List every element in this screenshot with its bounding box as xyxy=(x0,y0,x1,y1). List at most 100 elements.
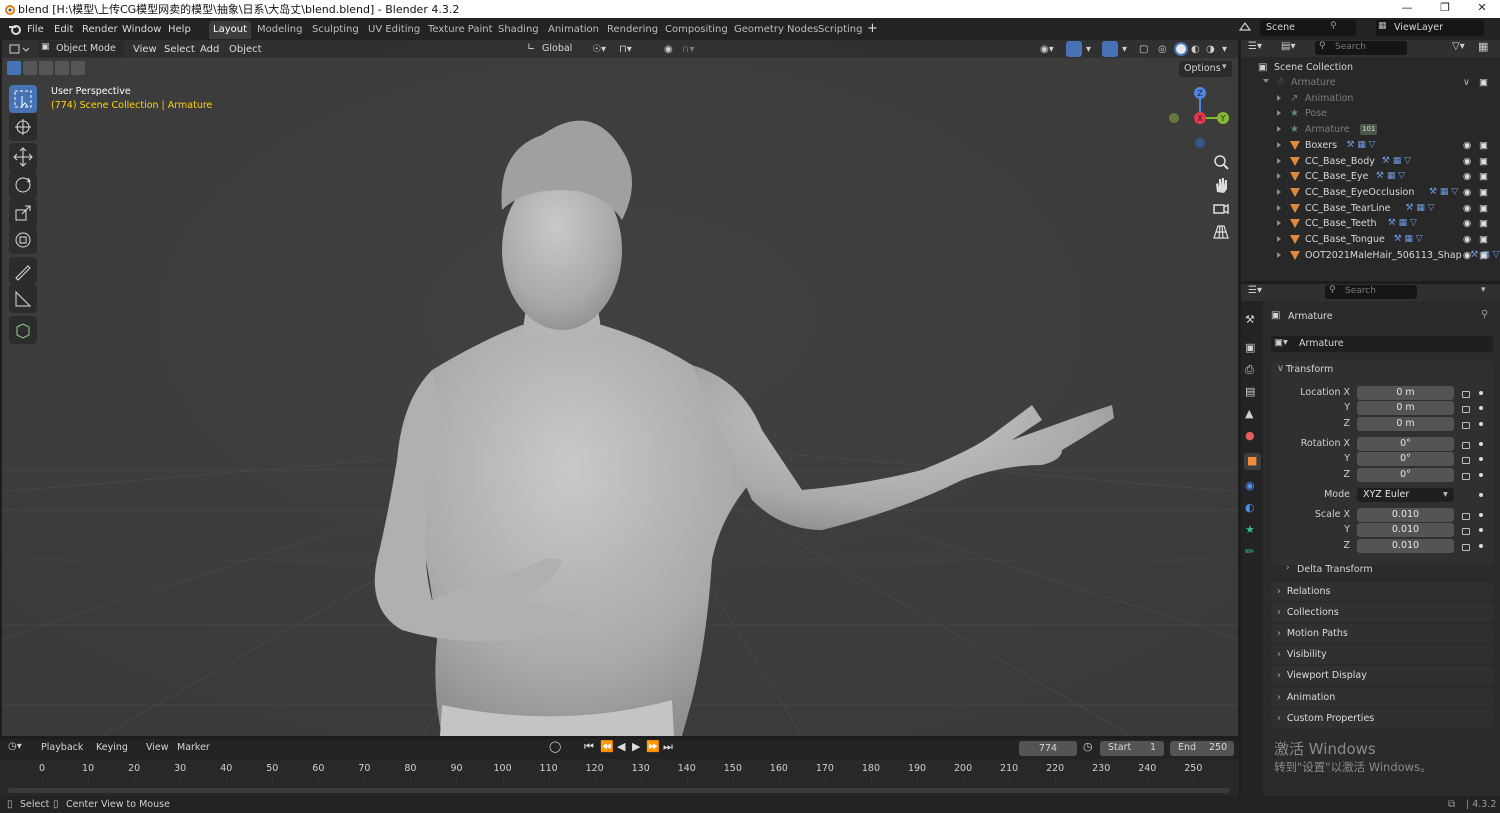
options-dropdown[interactable]: Options ▾ xyxy=(1179,61,1232,77)
output-tab-icon[interactable]: ⎙ xyxy=(1245,363,1254,377)
measure-tool[interactable] xyxy=(9,285,37,313)
object-name-field[interactable]: ▣▾ Armature xyxy=(1271,336,1493,352)
ortho-grid-icon[interactable] xyxy=(1210,221,1232,243)
tab-uv-editing[interactable]: UV Editing xyxy=(364,21,424,39)
pin-icon[interactable]: ⚲ xyxy=(1330,21,1337,31)
select-new-icon[interactable] xyxy=(7,61,21,75)
tab-sculpting[interactable]: Sculpting xyxy=(308,21,363,39)
modifier-icons[interactable]: ⚒ ▦ ▽ xyxy=(1346,138,1375,153)
scene-tab-icon[interactable]: ▲ xyxy=(1245,407,1253,420)
expand-arrow-icon[interactable] xyxy=(1277,204,1281,211)
keyframe-dot-icon[interactable] xyxy=(1479,391,1483,395)
cursor-tool[interactable] xyxy=(9,113,37,141)
end-frame-field[interactable]: End 250 xyxy=(1170,741,1234,756)
camera-icon[interactable]: ▣ xyxy=(1479,75,1488,90)
timeline-scrollbar[interactable] xyxy=(8,788,1230,793)
delta-transform-subpanel[interactable]: › Delta Transform xyxy=(1277,563,1493,578)
tab-layout[interactable]: Layout xyxy=(209,21,251,39)
blender-menu-icon[interactable] xyxy=(8,22,22,36)
panel-relations[interactable]: › Relations xyxy=(1271,582,1493,601)
camera-icon[interactable]: ▣ xyxy=(1479,248,1488,263)
new-collection-icon[interactable]: ▦ xyxy=(1478,40,1488,53)
modifier-icons[interactable]: ⚒ ▦ ▽ xyxy=(1429,185,1458,200)
modifier-icons[interactable]: ⚒ ▦ ▽ xyxy=(1382,154,1411,169)
tab-modeling[interactable]: Modeling xyxy=(253,21,307,39)
expand-arrow-icon[interactable] xyxy=(1277,188,1281,195)
menu-edit[interactable]: Edit xyxy=(54,22,73,37)
editor-type-icon[interactable] xyxy=(8,42,32,57)
mode-selector[interactable]: ▣ Object Mode xyxy=(38,41,124,57)
eye-icon[interactable]: ◉ xyxy=(1463,216,1471,231)
modifier-icons[interactable]: ⚒ ▦ ▽ xyxy=(1388,216,1417,231)
close-button[interactable]: ✕ xyxy=(1465,0,1499,18)
menu-window[interactable]: Window xyxy=(122,22,161,37)
expand-arrow-icon[interactable] xyxy=(1277,157,1281,164)
minimize-button[interactable]: — xyxy=(1390,0,1424,18)
scene-icon[interactable] xyxy=(1238,20,1252,36)
object-browse-icon[interactable]: ▣▾ xyxy=(1274,337,1288,348)
character-model[interactable] xyxy=(2,40,1238,736)
expand-arrow-icon[interactable] xyxy=(1277,126,1281,133)
wireframe-shading-icon[interactable]: ◎ xyxy=(1158,42,1167,57)
chevron-down-icon[interactable]: ▾ xyxy=(1481,285,1486,295)
modifier-icons[interactable]: ⚒ ▦ ▽ xyxy=(1405,201,1434,216)
jump-start-icon[interactable]: ⏮ xyxy=(584,740,594,754)
rotate-tool[interactable] xyxy=(9,171,37,199)
restore-button[interactable]: ❐ xyxy=(1428,0,1462,18)
tab-texture-paint[interactable]: Texture Paint xyxy=(424,21,497,39)
tab-compositing[interactable]: Compositing xyxy=(661,21,732,39)
outliner-row[interactable]: CC_Base_Teeth ⚒ ▦ ▽ ◉ ▣ xyxy=(1241,216,1500,231)
camera-icon[interactable]: ▣ xyxy=(1479,138,1488,153)
select-invert-icon[interactable] xyxy=(55,61,69,75)
panel-animation[interactable]: › Animation xyxy=(1271,687,1493,707)
tab-geometry-nodes[interactable]: Geometry Nodes xyxy=(730,21,822,39)
keyframe-dot-icon[interactable] xyxy=(1479,513,1483,517)
select-extend-icon[interactable] xyxy=(23,61,37,75)
rendered-shading-icon[interactable]: ◑ xyxy=(1206,42,1215,57)
outliner-row[interactable]: ☃ Armature ∨ ▣ xyxy=(1241,75,1500,90)
expand-arrow-icon[interactable] xyxy=(1277,110,1281,117)
modifier-icons[interactable]: ⚒ ▦ ▽ xyxy=(1376,169,1405,184)
modifier-icons[interactable]: ⚒ ▦ ▽ xyxy=(1394,232,1423,247)
bone-tab-icon[interactable]: ✏ xyxy=(1245,545,1254,558)
lock-icon[interactable] xyxy=(1462,391,1470,398)
keyframe-dot-icon[interactable] xyxy=(1479,442,1483,446)
jump-end-icon[interactable]: ⏭ xyxy=(663,740,673,754)
keyframe-dot-icon[interactable] xyxy=(1479,457,1483,461)
properties-editor-icon[interactable]: ☰▾ xyxy=(1248,285,1262,296)
lock-icon[interactable] xyxy=(1462,422,1470,429)
orientation-selector[interactable]: ∟ Global xyxy=(524,41,582,57)
outliner-row[interactable]: CC_Base_TearLine ⚒ ▦ ▽ ◉ ▣ xyxy=(1241,201,1500,216)
lock-icon[interactable] xyxy=(1462,406,1470,413)
panel-motion-paths[interactable]: › Motion Paths xyxy=(1271,624,1493,644)
3d-viewport[interactable]: ▣ Object Mode View Select Add Object ∟ G… xyxy=(2,40,1238,736)
menu-file[interactable]: File xyxy=(27,22,44,37)
camera-icon[interactable]: ▣ xyxy=(1479,169,1488,184)
next-keyframe-icon[interactable]: ⏩ xyxy=(646,740,660,753)
outliner-row[interactable]: OOT2021MaleHair_506113_Shap ⚒ ▦ ▽ ◉ ▣ xyxy=(1241,248,1500,263)
keyframe-dot-icon[interactable] xyxy=(1479,473,1483,477)
eye-icon[interactable]: ◉ xyxy=(1463,248,1471,263)
move-tool[interactable] xyxy=(9,143,37,171)
overlay-dropdown-icon[interactable]: ▾ xyxy=(1122,42,1127,57)
add-workspace-icon[interactable]: + xyxy=(867,21,878,36)
start-frame-field[interactable]: Start 1 xyxy=(1100,741,1164,756)
gizmo-toggle-icon[interactable] xyxy=(1066,41,1082,57)
select-subtract-icon[interactable] xyxy=(39,61,53,75)
lock-icon[interactable] xyxy=(1462,528,1470,535)
menu-render[interactable]: Render xyxy=(82,22,118,37)
location-x-field[interactable]: 0 m xyxy=(1357,386,1454,400)
location-y-field[interactable]: 0 m xyxy=(1357,401,1454,415)
lock-icon[interactable] xyxy=(1462,513,1470,520)
filter-icon[interactable]: ▽▾ xyxy=(1452,41,1465,52)
menu-object[interactable]: Object xyxy=(229,42,262,57)
eye-icon[interactable]: ◉ xyxy=(1463,232,1471,247)
tab-animation[interactable]: Animation xyxy=(544,21,603,39)
camera-view-icon[interactable] xyxy=(1210,198,1232,220)
pin-icon[interactable]: ⚲ xyxy=(1481,309,1488,320)
keyframe-dot-icon[interactable] xyxy=(1479,528,1483,532)
rotation-z-field[interactable]: 0° xyxy=(1357,468,1454,482)
expand-arrow-icon[interactable] xyxy=(1277,236,1281,242)
outliner-row[interactable]: CC_Base_Eye ⚒ ▦ ▽ ◉ ▣ xyxy=(1241,169,1500,184)
play-reverse-icon[interactable]: ◀ xyxy=(617,740,625,753)
